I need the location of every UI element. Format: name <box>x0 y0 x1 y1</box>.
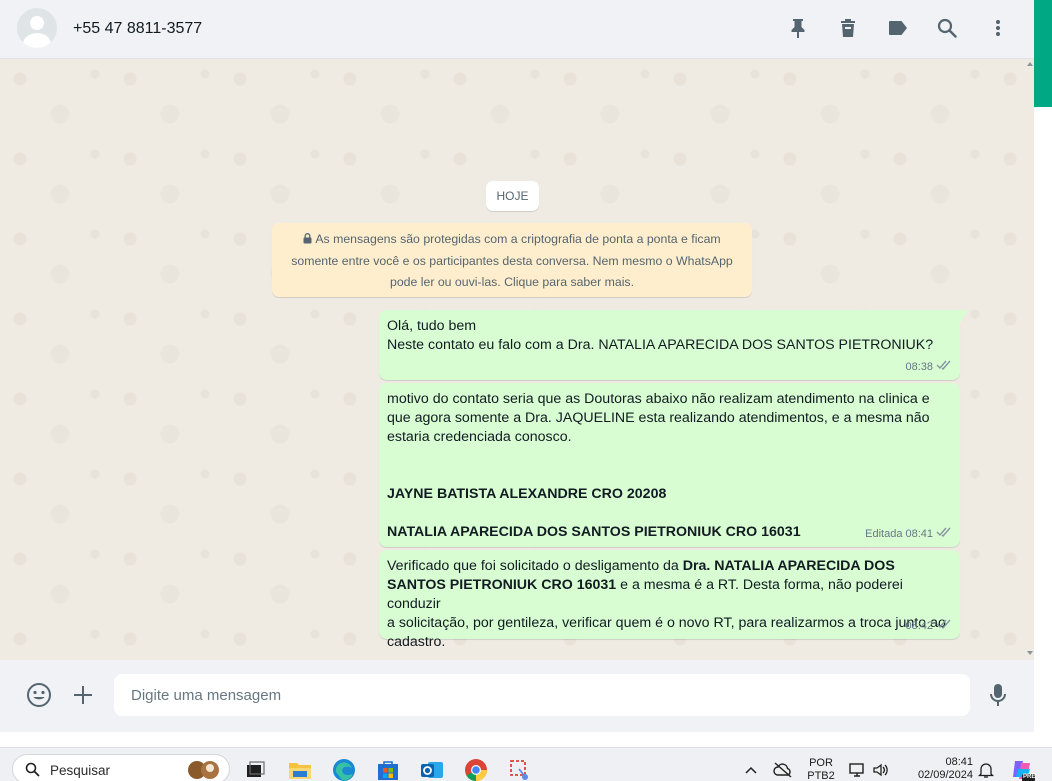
scroll-up-arrow-icon[interactable] <box>1027 62 1033 66</box>
message-bold-segment: Dra. NATALIA APARECIDA DOS <box>682 558 895 574</box>
message-blank-line <box>387 466 951 485</box>
chat-scrollbar[interactable] <box>1026 59 1034 660</box>
taskbar-clock[interactable]: 08:41 02/09/2024 <box>903 756 973 781</box>
encryption-notice-line: somente entre você e os participantes de… <box>291 254 733 268</box>
window-bottom-edge <box>0 732 1034 747</box>
message-time: 08:38 <box>905 361 933 373</box>
clock-date: 02/09/2024 <box>917 769 973 781</box>
outgoing-message[interactable]: Olá, tudo bem Neste contato eu falo com … <box>379 310 968 380</box>
delete-icon[interactable] <box>836 16 860 40</box>
message-text: motivo do contato seria que as Doutoras … <box>387 391 930 407</box>
search-icon[interactable] <box>935 16 959 40</box>
message-text: cadastro. <box>387 634 446 650</box>
message-text: que agora somente a Dra. JAQUELINE esta … <box>387 410 930 426</box>
message-blank-line <box>387 504 951 523</box>
message-bold-segment: SANTOS PIETRONIUK CRO 16031 <box>387 577 617 593</box>
scroll-down-arrow-icon[interactable] <box>1027 651 1033 655</box>
windows-taskbar: Pesquisar POR PTB2 08:41 02/09/2024 PRE <box>0 747 1052 781</box>
copilot-badge: PRE <box>1023 774 1036 780</box>
message-text: SANTOS PIETRONIUK CRO 16031 e a mesma é … <box>387 576 951 614</box>
snipping-tool-icon[interactable] <box>507 757 533 781</box>
message-text: Verificado que foi solicitado o desligam… <box>387 557 951 576</box>
message-meta: 08:42 <box>905 617 952 636</box>
outgoing-message[interactable]: Verificado que foi solicitado o desligam… <box>379 550 960 650</box>
file-explorer-icon[interactable] <box>287 757 313 781</box>
double-check-icon <box>936 617 952 636</box>
message-text: Neste contato eu falo com a Dra. NATALIA… <box>387 337 934 353</box>
message-time: 08:42 <box>905 620 933 632</box>
outgoing-message[interactable]: motivo do contato seria que as Doutoras … <box>379 383 960 547</box>
contact-name[interactable]: +55 47 8811-3577 <box>73 20 202 38</box>
message-text: estaria credenciada conosco. <box>387 429 572 445</box>
message-bold-text: JAYNE BATISTA ALEXANDRE CRO 20208 <box>387 486 667 502</box>
double-check-icon <box>936 358 952 377</box>
message-text: Olá, tudo bem <box>387 318 477 334</box>
date-separator: HOJE <box>486 181 539 211</box>
window-right-edge <box>1034 107 1052 747</box>
language-code: POR <box>809 757 833 769</box>
encryption-notice-text: As mensagens são protegidas com a cripto… <box>315 232 721 246</box>
search-icon <box>25 762 40 781</box>
window-accent-bar <box>1034 0 1052 107</box>
encryption-notice[interactable]: As mensagens são protegidas com a cripto… <box>272 223 752 297</box>
cloud-offline-icon[interactable] <box>771 757 795 781</box>
encryption-notice-line: As mensagens são protegidas com a cripto… <box>286 229 738 251</box>
chat-header: +55 47 8811-3577 <box>0 0 1034 59</box>
message-input[interactable] <box>114 674 970 716</box>
edge-browser-icon[interactable] <box>331 757 357 781</box>
volume-icon[interactable] <box>870 757 892 781</box>
network-icon[interactable] <box>847 757 869 781</box>
emoji-icon[interactable] <box>25 681 53 709</box>
message-meta: Editada 08:41 <box>865 525 952 544</box>
language-indicator[interactable]: POR PTB2 <box>803 757 839 781</box>
taskbar-search-label: Pesquisar <box>50 763 111 778</box>
avatar-head-shape <box>30 16 44 30</box>
chevron-up-icon[interactable] <box>739 757 763 781</box>
task-view-icon[interactable] <box>242 757 268 781</box>
message-text-segment: Verificado que foi solicitado o desligam… <box>387 558 683 574</box>
app-window: +55 47 8811-3577 HOJE As mensagens são p… <box>0 0 1052 781</box>
message-composer <box>0 660 1034 732</box>
attach-plus-icon[interactable] <box>69 681 97 709</box>
outlook-icon[interactable] <box>419 757 445 781</box>
clock-time: 08:41 <box>945 756 973 768</box>
avatar[interactable] <box>17 8 57 48</box>
microsoft-store-icon[interactable] <box>375 757 401 781</box>
message-text: a solicitação, por gentileza, verificar … <box>387 615 946 631</box>
message-time: 08:41 <box>905 528 933 540</box>
search-highlight-coconut-icon <box>185 757 223 781</box>
chrome-icon[interactable] <box>463 757 489 781</box>
microphone-icon[interactable] <box>984 681 1012 709</box>
message-blank-line <box>387 447 951 466</box>
taskbar-search-box[interactable]: Pesquisar <box>12 754 230 781</box>
label-icon[interactable] <box>886 16 910 40</box>
double-check-icon <box>936 525 952 544</box>
lock-icon <box>303 230 312 251</box>
pin-icon[interactable] <box>786 16 810 40</box>
avatar-body-shape <box>23 33 51 48</box>
message-meta: 08:38 <box>905 358 952 377</box>
menu-icon[interactable] <box>986 16 1010 40</box>
edited-label: Editada <box>865 528 903 540</box>
keyboard-layout: PTB2 <box>807 770 835 781</box>
notification-bell-icon[interactable] <box>975 757 997 781</box>
encryption-notice-line: pode ler ou ouvi-las. Clique para saber … <box>389 275 635 289</box>
copilot-icon[interactable]: PRE <box>1008 757 1036 781</box>
